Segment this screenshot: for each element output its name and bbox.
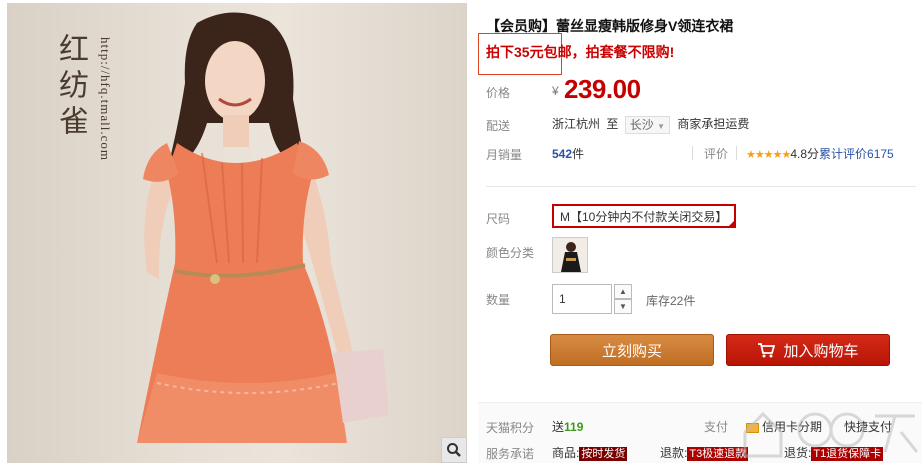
divider <box>736 146 737 160</box>
currency-symbol: ¥ <box>552 84 559 98</box>
monthly-sales: 542件 <box>552 145 584 162</box>
chevron-up-icon: ▲ <box>619 287 627 296</box>
buy-now-button[interactable]: 立刻购买 <box>550 334 714 366</box>
price-label: 价格 <box>486 86 511 100</box>
rating-label: 评价 <box>704 147 729 161</box>
ship-from: 浙江杭州 <box>552 117 601 131</box>
ship-to-word: 至 <box>606 117 619 131</box>
watermark-logo <box>743 411 919 458</box>
cart-icon <box>758 343 776 358</box>
magnifier-icon <box>447 443 461 457</box>
monthly-sales-unit: 件 <box>572 147 585 161</box>
service-goods: 商品: 按时发货 <box>552 444 628 461</box>
buy-now-label: 立刻购买 <box>601 342 662 360</box>
quantity-decrease-button[interactable]: ▼ <box>614 299 632 314</box>
points-row: 送119 <box>552 418 583 435</box>
refund-label: 退款: <box>660 446 688 460</box>
size-label: 尺码 <box>486 212 511 226</box>
goods-label: 商品: <box>552 446 580 460</box>
review-count: 6175 <box>867 147 894 161</box>
review-text: 累计评价 <box>819 147 868 161</box>
brand-logo: 红纺雀 http://hfq.tmall.com <box>53 33 173 161</box>
rating-score: 4.8分 <box>790 147 819 161</box>
chevron-down-icon: ▼ <box>657 121 665 131</box>
pay-label: 支付 <box>704 420 729 434</box>
size-option-selected[interactable]: M【10分钟内不付款关闭交易】 <box>552 204 736 228</box>
product-image-panel: 红纺雀 http://hfq.tmall.com <box>7 3 467 463</box>
points-prefix: 送 <box>552 420 565 434</box>
color-option-thumbnail[interactable] <box>552 237 588 273</box>
zoom-button[interactable] <box>441 437 467 463</box>
city-value: 长沙 <box>629 117 654 132</box>
brand-url: http://hfq.tmall.com <box>98 37 113 161</box>
points-label: 天猫积分 <box>486 421 535 435</box>
shipping-note: 商家承担运费 <box>677 117 750 131</box>
chevron-down-icon: ▼ <box>619 302 627 311</box>
add-to-cart-button[interactable]: 加入购物车 <box>726 334 890 366</box>
delivery-label: 配送 <box>486 119 511 133</box>
monthly-sales-count: 542 <box>552 147 573 161</box>
rating-summary[interactable]: ★★★★★4.8分累计评价6175 <box>746 145 894 162</box>
color-label: 颜色分类 <box>486 246 535 260</box>
selected-check-icon <box>727 219 736 228</box>
section-divider <box>486 186 916 187</box>
city-select[interactable]: 长沙 ▼ <box>624 115 670 134</box>
price-value: 239.00 <box>564 74 641 104</box>
star-rating-icon: ★★★★★ <box>746 149 791 161</box>
color-swatch-image <box>561 242 581 272</box>
points-value: 119 <box>564 420 584 434</box>
service-label: 服务承诺 <box>486 447 535 461</box>
add-to-cart-label: 加入购物车 <box>783 342 859 360</box>
size-option-text: M【10分钟内不付款关闭交易】 <box>560 210 728 224</box>
divider <box>692 146 693 160</box>
monthly-sales-label: 月销量 <box>486 148 523 162</box>
quantity-input[interactable] <box>552 284 612 314</box>
brand-name: 红纺雀 <box>53 33 88 141</box>
stock-text: 库存22件 <box>646 294 696 308</box>
quantity-increase-button[interactable]: ▲ <box>614 284 632 299</box>
delivery-row: 浙江杭州 至 长沙 ▼ 商家承担运费 <box>552 115 749 134</box>
quantity-label: 数量 <box>486 293 511 307</box>
goods-tag: 按时发货 <box>579 447 628 461</box>
promo-text: 拍下35元包邮，拍套餐不限购! <box>486 44 675 60</box>
